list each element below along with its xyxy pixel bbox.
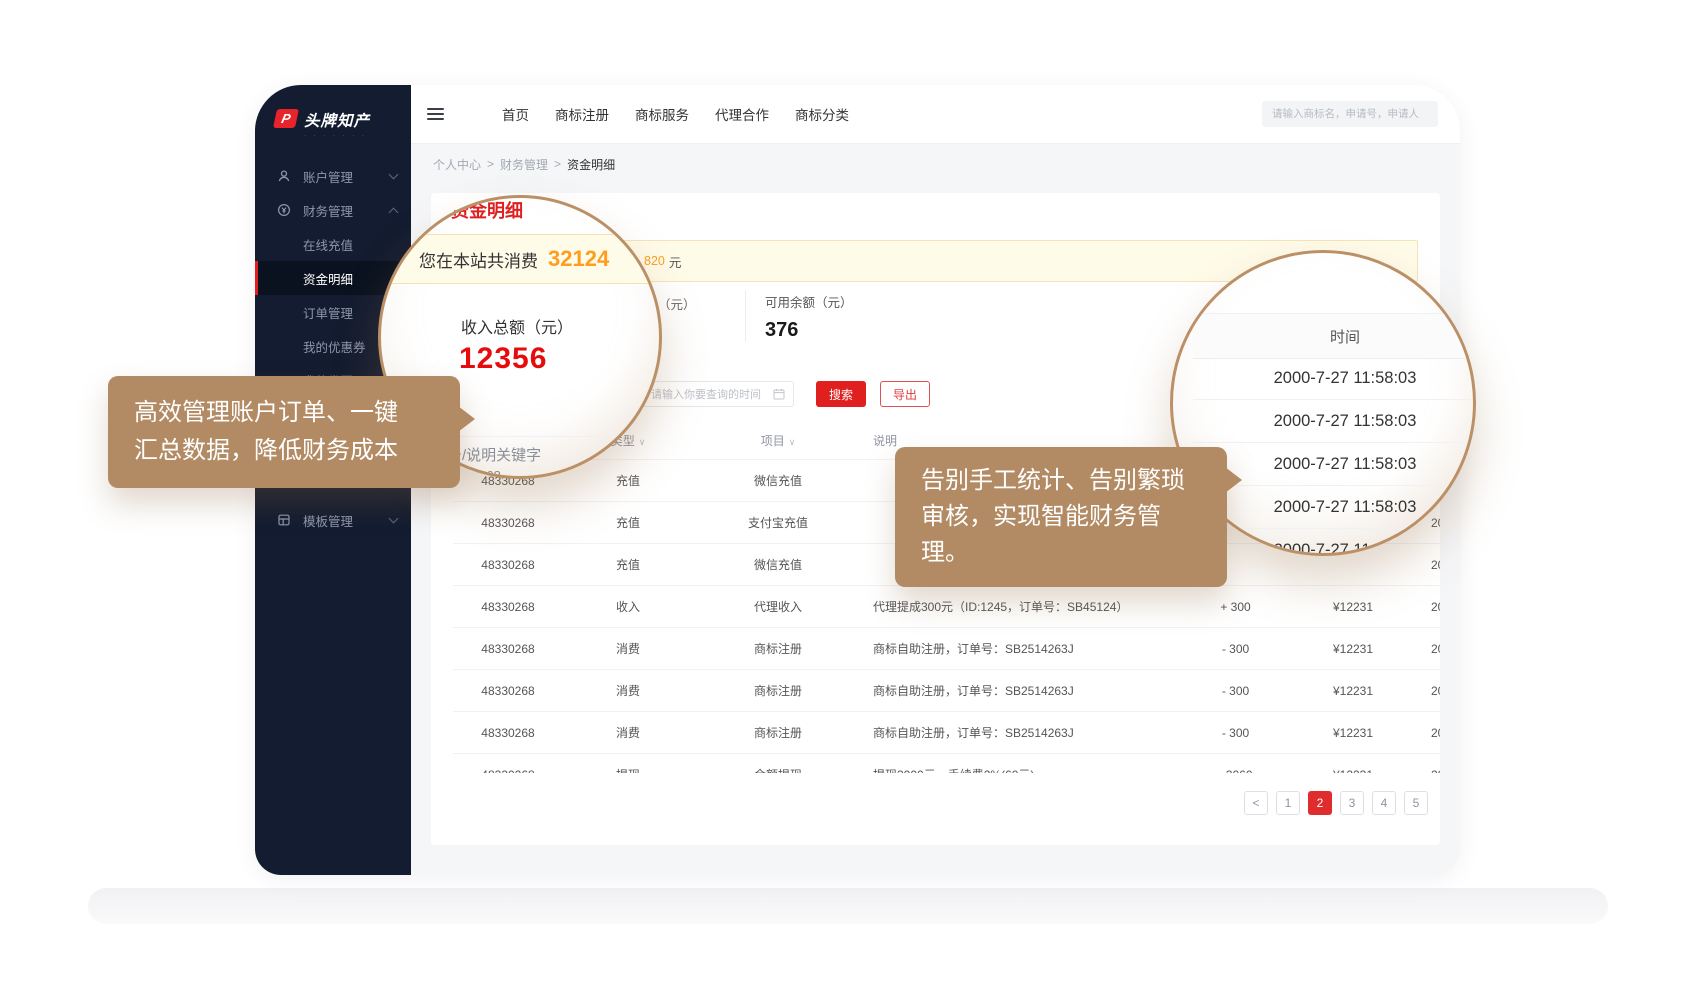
table-row: 48330268提现余额提现提现3000元，手续费2%(60元)- 3060¥1…	[453, 754, 1440, 774]
sidebar-item-template[interactable]: 模板管理	[255, 503, 411, 537]
export-button[interactable]: 导出	[880, 381, 930, 407]
pagination-page-1[interactable]: 1	[1276, 791, 1300, 815]
pagination-page-5[interactable]: 5	[1404, 791, 1428, 815]
brand-tagline: · · · · · · ·	[304, 133, 370, 139]
sidebar-item-label: 财务管理	[303, 201, 390, 220]
pagination-prev-button[interactable]: <	[1244, 791, 1268, 815]
stat-divider	[745, 290, 746, 342]
breadcrumb: 个人中心 > 财务管理 > 资金明细	[411, 144, 1460, 184]
hamburger-menu-icon[interactable]	[427, 108, 444, 120]
chevron-down-icon	[389, 170, 399, 180]
nav-tab-trademark-category[interactable]: 商标分类	[795, 104, 849, 124]
chevron-down-icon	[389, 514, 399, 524]
table-row: 48330268消费商标注册商标自助注册，订单号：SB2514263J- 300…	[453, 628, 1440, 670]
user-icon	[277, 169, 291, 183]
lens-income-label: 收入总额（元）	[461, 314, 573, 338]
chevron-up-icon	[389, 207, 399, 217]
nav-tab-trademark-register[interactable]: 商标注册	[555, 104, 609, 124]
sidebar-item-label: 账户管理	[303, 167, 390, 186]
table-row: 48330268消费商标注册商标自助注册，订单号：SB2514263J- 300…	[453, 670, 1440, 712]
pagination-page-3[interactable]: 3	[1340, 791, 1364, 815]
nav-tabs: 首页 商标注册 商标服务 代理合作 商标分类	[502, 104, 849, 124]
lens-time-value: 2000-7-27 11:58:03	[1193, 400, 1476, 443]
brand-name: 头牌知产	[304, 109, 370, 131]
pagination: < 1 2 3 4 5	[1244, 791, 1428, 815]
table-row: 48330268消费商标注册商标自助注册，订单号：SB2514263J- 300…	[453, 712, 1440, 754]
lens-tab-fragment: 资金明细	[451, 197, 523, 223]
callout-account-orders: 高效管理账户订单、一键 汇总数据，降低财务成本	[108, 376, 460, 488]
laptop-mockup: P 头牌知产 · · · · · · · 账户管理 财务管理	[0, 0, 1696, 1002]
available-balance-stat: 可用余额（元） 376	[765, 292, 853, 342]
lens-time-value: 2000-7-27 11:58:03	[1193, 529, 1476, 556]
brand-logo: P 头牌知产 · · · · · · ·	[255, 85, 411, 139]
trademark-search-input[interactable]	[1262, 101, 1438, 127]
lens-time-rows: 2000-7-27 11:58:03 2000-7-27 11:58:03 20…	[1193, 357, 1476, 556]
template-icon	[277, 513, 291, 527]
callout-smart-finance: 告别手工统计、告别繁琐 审核，实现智能财务管 理。	[895, 447, 1227, 587]
sidebar-item-label: 模板管理	[303, 511, 390, 530]
stat-label-fragment: （元）	[658, 294, 696, 313]
table-row: 48330268收入代理收入代理提成300元（ID:1245，订单号：SB451…	[453, 586, 1440, 628]
finance-icon	[277, 203, 291, 217]
sort-caret-icon: ∨	[789, 437, 796, 447]
sidebar-item-finance[interactable]: 财务管理	[255, 193, 411, 227]
sort-project[interactable]: 项目∨	[693, 421, 863, 460]
top-navbar: 首页 商标注册 商标服务 代理合作 商标分类	[411, 85, 1460, 144]
lens-time-header: 时间	[1193, 313, 1476, 359]
lens-consumption-banner: 您在本站共消费 32124	[378, 234, 662, 284]
callout-tail-right	[458, 406, 475, 432]
lens-time-value: 2000-7-27 11:58:03	[1193, 357, 1476, 400]
banner-unit: 元	[669, 252, 682, 271]
nav-tab-agency[interactable]: 代理合作	[715, 104, 769, 124]
lens-income-value: 12356	[459, 342, 547, 376]
sidebar-item-account[interactable]: 账户管理	[255, 159, 411, 193]
search-button[interactable]: 搜索	[816, 381, 866, 407]
pagination-page-4[interactable]: 4	[1372, 791, 1396, 815]
pagination-page-2-active[interactable]: 2	[1308, 791, 1332, 815]
callout-tail-right	[1225, 467, 1242, 493]
laptop-base	[88, 888, 1608, 924]
date-query-input[interactable]: 请输入你要查询的时间	[642, 381, 794, 407]
nav-tab-trademark-service[interactable]: 商标服务	[635, 104, 689, 124]
nav-tab-home[interactable]: 首页	[502, 104, 529, 124]
calendar-icon	[773, 388, 785, 400]
brand-logo-icon: P	[273, 109, 299, 128]
sort-caret-icon: ∨	[639, 437, 646, 447]
